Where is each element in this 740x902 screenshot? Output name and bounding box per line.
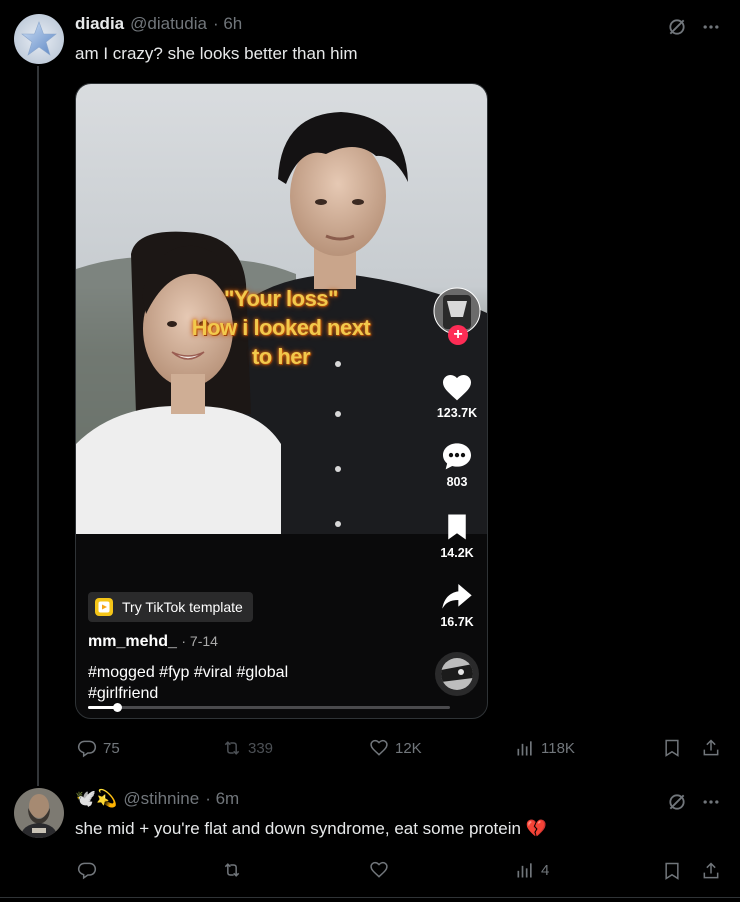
- comment-count-button[interactable]: 803: [427, 441, 487, 489]
- views-count: 118K: [541, 739, 575, 757]
- timestamp[interactable]: · 6h: [213, 14, 242, 34]
- handle[interactable]: @stihnine: [123, 789, 199, 809]
- like-count: 123.7K: [436, 406, 478, 420]
- heart-icon: [443, 375, 471, 401]
- tweet-text: she mid + you're flat and down syndrome,…: [75, 819, 547, 838]
- repost-icon: [224, 863, 240, 877]
- tiktok-date: · 7-14: [181, 633, 218, 649]
- reply-icon: [77, 862, 97, 880]
- comment-bubble-icon: [443, 443, 471, 470]
- hashtags-line[interactable]: #girlfriend: [88, 683, 388, 704]
- thread-connector: [37, 66, 39, 786]
- display-name[interactable]: diadia: [75, 14, 124, 34]
- reply-icon: [77, 740, 97, 758]
- share-arrow-icon: [442, 584, 472, 609]
- caption-line: How i looked next: [191, 315, 371, 340]
- video-embed[interactable]: "Your loss" How i looked next to her + 1…: [75, 83, 488, 719]
- like-button[interactable]: [369, 860, 389, 880]
- grok-icon[interactable]: [666, 16, 688, 38]
- grok-icon[interactable]: [666, 791, 688, 813]
- video-progress-bar[interactable]: [88, 703, 450, 712]
- share-count: 16.7K: [440, 615, 474, 629]
- views-button[interactable]: 4: [515, 860, 549, 880]
- avatar[interactable]: [14, 788, 64, 838]
- views-count: 4: [541, 861, 550, 879]
- tweet-header: 🕊️💫 @stihnine · 6m: [75, 789, 239, 809]
- bookmark-button[interactable]: [661, 737, 683, 759]
- display-name-emoji[interactable]: 🕊️💫: [75, 789, 117, 809]
- share-upload-icon: [703, 862, 719, 879]
- video-progress-handle[interactable]: [112, 703, 122, 712]
- bookmark-outline-icon: [665, 862, 679, 880]
- video-caption-overlay: "Your loss" How i looked next to her: [146, 284, 416, 371]
- bearded-man-avatar-image: [14, 788, 64, 838]
- like-count: 12K: [395, 739, 422, 757]
- repost-button[interactable]: 339: [222, 738, 273, 758]
- follow-plus-icon[interactable]: +: [448, 325, 468, 345]
- share-button[interactable]: [700, 860, 722, 882]
- tiktok-hashtags: #mogged #fyp #viral #global #girlfriend: [88, 662, 388, 704]
- star-avatar-image: [14, 14, 64, 64]
- repost-button[interactable]: [222, 860, 242, 880]
- analytics-icon: [517, 741, 532, 756]
- share-upload-icon: [703, 739, 719, 756]
- like-button[interactable]: 12K: [369, 738, 422, 758]
- share-button[interactable]: [700, 737, 722, 759]
- tiktok-user-line: mm_mehd_ · 7-14: [88, 633, 218, 651]
- handle[interactable]: @diatudia: [130, 14, 207, 34]
- more-options-icon[interactable]: [700, 16, 722, 38]
- heart-outline-icon: [370, 861, 388, 878]
- like-count-button[interactable]: 123.7K: [427, 372, 487, 420]
- bookmark-button[interactable]: [661, 860, 683, 882]
- creator-avatar[interactable]: +: [433, 287, 483, 345]
- tiktok-username[interactable]: mm_mehd_: [88, 633, 177, 650]
- reply-button[interactable]: 75: [77, 738, 120, 758]
- avatar[interactable]: [14, 14, 64, 64]
- tweet-header: diadia @diatudia · 6h: [75, 14, 242, 34]
- tweet-text: am I crazy? she looks better than him: [75, 44, 358, 63]
- template-icon: [95, 598, 113, 616]
- template-label: Try TikTok template: [122, 599, 243, 615]
- analytics-icon: [517, 863, 532, 878]
- heart-outline-icon: [370, 739, 388, 756]
- repost-icon: [224, 741, 240, 755]
- save-count-button[interactable]: 14.2K: [427, 512, 487, 560]
- repost-count: 339: [248, 739, 274, 757]
- sound-disc-icon[interactable]: [435, 652, 479, 696]
- bookmark-outline-icon: [665, 739, 679, 757]
- timestamp[interactable]: · 6m: [205, 789, 239, 809]
- reply-count: 75: [103, 739, 120, 757]
- share-count-button[interactable]: 16.7K: [427, 581, 487, 629]
- bookmark-icon: [448, 514, 466, 540]
- comment-count: 803: [446, 475, 468, 489]
- caption-line: to her: [251, 344, 311, 369]
- tiktok-template-button[interactable]: Try TikTok template: [88, 592, 253, 622]
- reply-button[interactable]: [77, 860, 97, 880]
- more-options-icon[interactable]: [700, 791, 722, 813]
- views-button[interactable]: 118K: [515, 738, 575, 758]
- hashtags-line[interactable]: #mogged #fyp #viral #global: [88, 662, 388, 683]
- divider: [0, 897, 740, 898]
- caption-line: "Your loss": [224, 286, 338, 311]
- save-count: 14.2K: [440, 546, 474, 560]
